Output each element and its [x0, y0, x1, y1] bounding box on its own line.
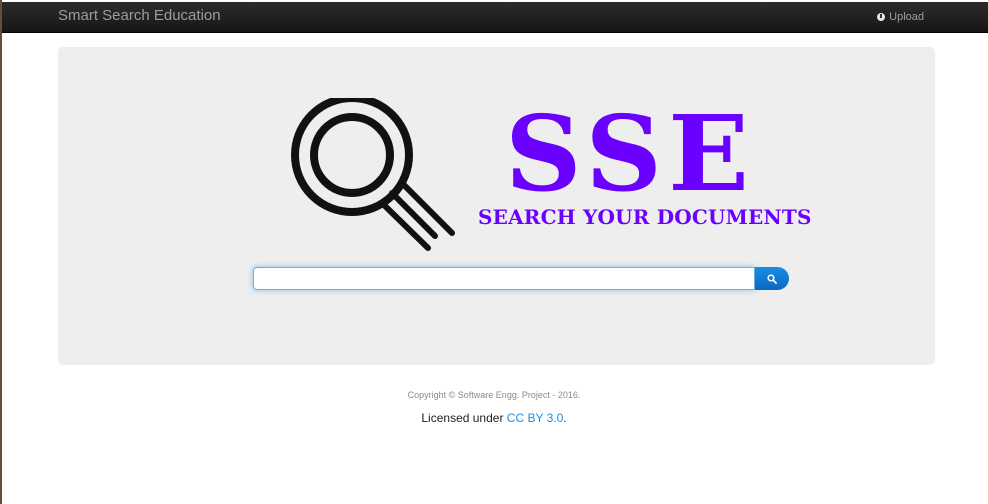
license-link[interactable]: CC BY 3.0 — [507, 411, 563, 425]
logo-title: SSE — [504, 92, 756, 215]
logo-subtitle: SEARCH YOUR DOCUMENTS — [478, 205, 812, 229]
search-input[interactable] — [253, 267, 755, 290]
window-edge — [0, 0, 2, 504]
upload-link[interactable]: Upload — [877, 11, 924, 23]
license-suffix: . — [563, 411, 567, 425]
upload-label: Upload — [889, 11, 924, 23]
license-text: Licensed under CC BY 3.0. — [0, 411, 988, 425]
brand-link[interactable]: Smart Search Education — [58, 7, 221, 24]
search-icon — [767, 273, 777, 284]
navbar: Smart Search Education Upload — [2, 2, 988, 33]
upload-icon — [877, 13, 886, 21]
magnifier-icon — [291, 98, 455, 251]
search-bar — [253, 267, 789, 290]
copyright-text: Copyright © Software Engg. Project - 201… — [407, 390, 581, 400]
license-prefix: Licensed under — [421, 411, 507, 425]
search-button[interactable] — [755, 267, 789, 290]
